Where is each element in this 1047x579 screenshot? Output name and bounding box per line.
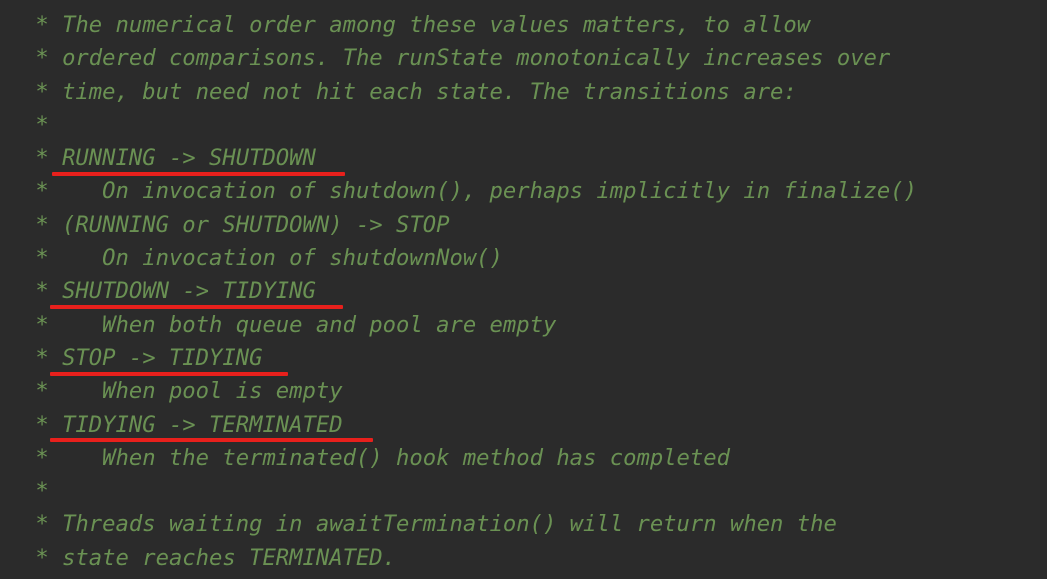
code-line[interactable]: * RUNNING -> SHUTDOWN: [0, 142, 1047, 175]
code-line[interactable]: * On invocation of shutdown(), perhaps i…: [0, 175, 1047, 208]
code-line[interactable]: * The numerical order among these values…: [0, 9, 1047, 42]
code-line[interactable]: * ordered comparisons. The runState mono…: [0, 42, 1047, 75]
comment-text: * Threads waiting in awaitTermination() …: [22, 511, 837, 538]
comment-text: * STOP -> TIDYING: [22, 344, 263, 371]
comment-text: * time, but need not hit each state. The…: [22, 78, 797, 105]
code-line[interactable]: * STOP -> TIDYING: [0, 342, 1047, 375]
comment-text: *: [22, 111, 49, 138]
comment-text: * state reaches TERMINATED.: [22, 544, 397, 571]
comment-text: * ordered comparisons. The runState mono…: [22, 45, 891, 72]
comment-text: * (RUNNING or SHUTDOWN) -> STOP: [22, 211, 450, 238]
code-line[interactable]: *: [0, 575, 1047, 579]
comment-text: * On invocation of shutdownNow(): [22, 245, 503, 272]
code-editor-view[interactable]: * The numerical order among these values…: [0, 0, 1047, 579]
code-line[interactable]: * SHUTDOWN -> TIDYING: [0, 275, 1047, 308]
comment-text: * When both queue and pool are empty: [22, 311, 557, 338]
comment-text: * SHUTDOWN -> TIDYING: [22, 278, 316, 305]
code-line[interactable]: * (RUNNING or SHUTDOWN) -> STOP: [0, 209, 1047, 242]
code-line[interactable]: * state reaches TERMINATED.: [0, 542, 1047, 575]
code-line[interactable]: * Threads waiting in awaitTermination() …: [0, 508, 1047, 541]
code-line-container: * The numerical order among these values…: [0, 0, 1047, 579]
comment-text: * TIDYING -> TERMINATED: [22, 411, 343, 438]
code-line[interactable]: *: [0, 109, 1047, 142]
code-line[interactable]: * When both queue and pool are empty: [0, 309, 1047, 342]
comment-text: * RUNNING -> SHUTDOWN: [22, 145, 316, 172]
code-line[interactable]: * time, but need not hit each state. The…: [0, 76, 1047, 109]
code-line[interactable]: * When the terminated() hook method has …: [0, 442, 1047, 475]
comment-text: * When pool is empty: [22, 378, 343, 405]
comment-text: * On invocation of shutdown(), perhaps i…: [22, 178, 917, 205]
code-line[interactable]: *: [0, 475, 1047, 508]
code-line[interactable]: * TIDYING -> TERMINATED: [0, 409, 1047, 442]
code-line[interactable]: * When pool is empty: [0, 375, 1047, 408]
code-line[interactable]: * On invocation of shutdownNow(): [0, 242, 1047, 275]
comment-text: *: [22, 478, 49, 505]
comment-text: * The numerical order among these values…: [22, 12, 811, 38]
comment-text: * When the terminated() hook method has …: [22, 444, 730, 471]
